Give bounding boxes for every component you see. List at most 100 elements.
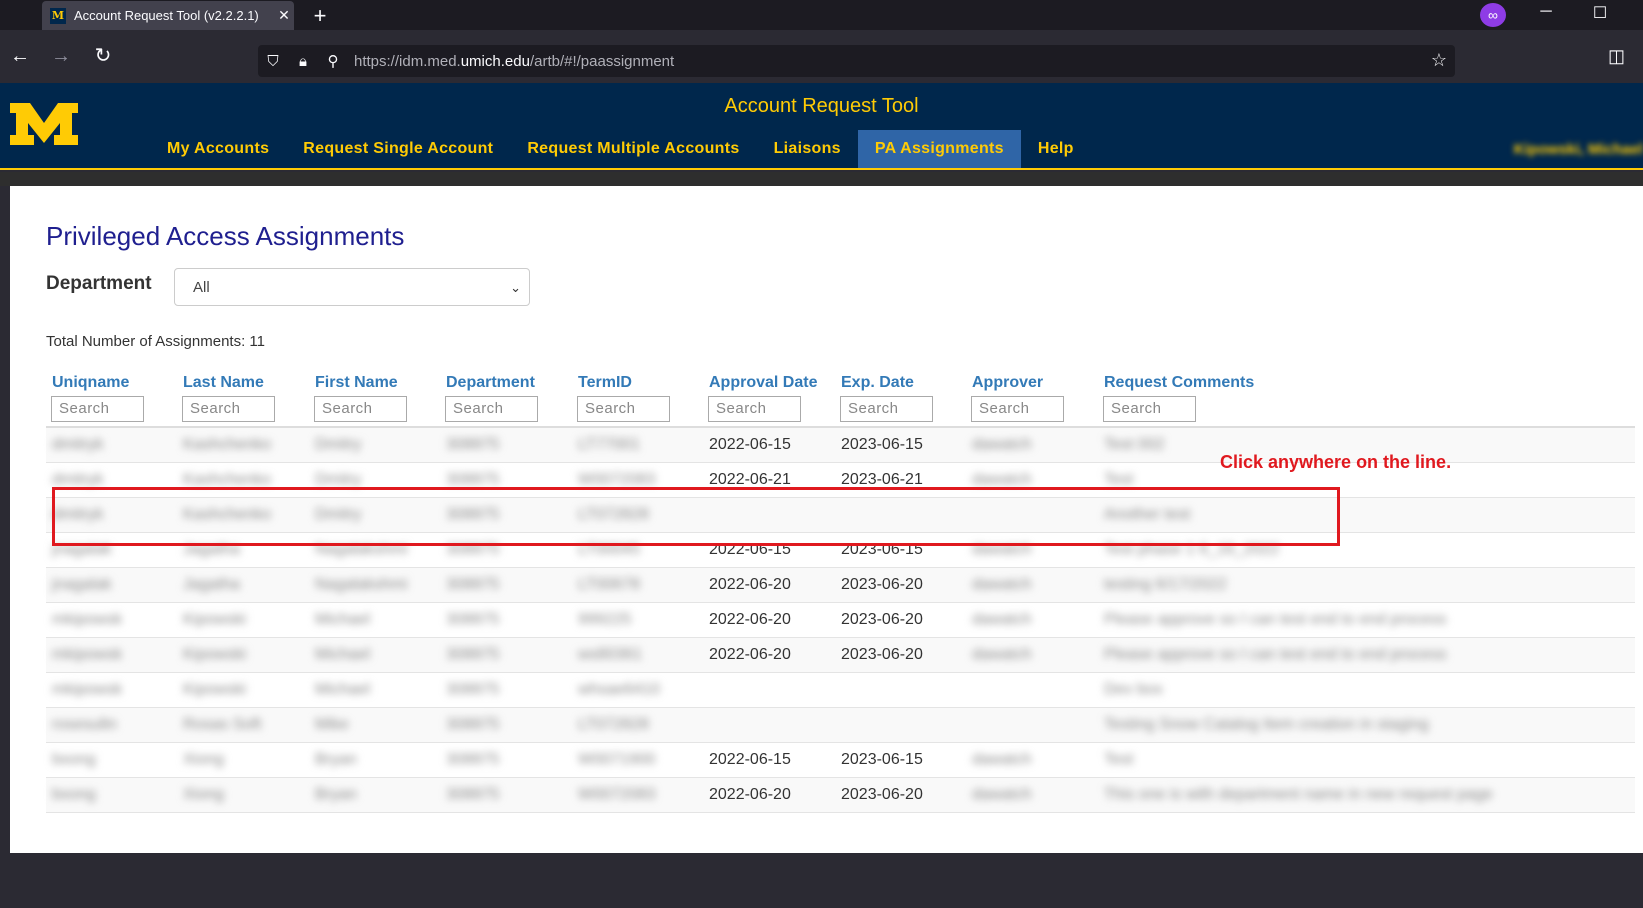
search-input-approver[interactable]: Search [971, 396, 1064, 422]
cell-uniqname: mkipowsk [52, 646, 123, 663]
table-body: dmitryk Kashchenko Dmitry 308875 LT77001 2022… [46, 428, 1635, 813]
cell-uniqname: bxong [52, 751, 96, 768]
back-arrow-icon[interactable]: ← [7, 44, 33, 68]
column-header-uniqname[interactable]: Uniqname [46, 374, 144, 396]
search-input-request-comments[interactable]: Search [1103, 396, 1196, 422]
tab-title: Account Request Tool (v2.2.2.1) [74, 8, 259, 23]
reload-icon[interactable]: ↻ [90, 44, 116, 68]
menu-liaisons[interactable]: Liaisons [757, 130, 858, 168]
col-exp-date: Exp. Date Search [835, 374, 933, 422]
search-input-exp-date[interactable]: Search [840, 396, 933, 422]
cell-department: 308875 [446, 716, 500, 733]
private-browsing-icon: ∞ [1480, 3, 1506, 27]
search-input-approval-date[interactable]: Search [708, 396, 801, 422]
table-row[interactable]: jnagalak Jagatha Nagalakshmi 308875 LT00678 2… [46, 568, 1635, 603]
cell-approval-date: 2022-06-15 [709, 436, 791, 453]
cell-termid: W0071900 [578, 751, 656, 768]
table-row[interactable]: mkipowsk Kipowski Michael 308875 whsae6410 De… [46, 673, 1635, 708]
column-header-approver[interactable]: Approver [966, 374, 1064, 396]
cell-first-name: Michael [315, 681, 371, 698]
menu-pa-assignments[interactable]: PA Assignments [857, 130, 1021, 168]
cell-first-name: Bryan [315, 786, 357, 803]
table-row[interactable]: mkipowsk Kipowski Michael 308875 999225 2022-… [46, 603, 1635, 638]
cell-approval-date: 2022-06-20 [709, 646, 791, 663]
column-header-department[interactable]: Department [440, 374, 538, 396]
cell-termid: whsae6410 [578, 681, 660, 698]
search-input-last-name[interactable]: Search [182, 396, 275, 422]
star-icon[interactable]: ☆ [1431, 50, 1447, 71]
cell-exp-date: 2023-06-20 [841, 646, 923, 663]
user-name[interactable]: Kipowski, Michael [1514, 141, 1643, 158]
table-row[interactable]: bxong Xiong Bryan 308875 W0071900 2022-06-15 2… [46, 743, 1635, 778]
cell-last-name: Rosas Soft [183, 716, 262, 733]
column-header-request-comments[interactable]: Request Comments [1098, 374, 1254, 396]
col-uniqname: Uniqname Search [46, 374, 144, 422]
cell-last-name: Kipowski [183, 681, 247, 698]
app-title: Account Request Tool [724, 95, 919, 117]
col-last-name: Last Name Search [177, 374, 275, 422]
permissions-icon[interactable]: ⚲ [318, 52, 348, 70]
shield-icon[interactable]: ⛉ [258, 53, 288, 70]
menu-my-accounts[interactable]: My Accounts [150, 130, 286, 168]
search-input-department[interactable]: Search [445, 396, 538, 422]
cell-first-name: Mike [315, 716, 349, 733]
cell-uniqname: jnagalak [52, 576, 112, 593]
close-tab-icon[interactable]: ✕ [274, 7, 294, 24]
column-header-termid[interactable]: TermID [572, 374, 670, 396]
cell-last-name: Xiong [183, 786, 224, 803]
menu-request-single-account[interactable]: Request Single Account [286, 130, 510, 168]
pocket-icon[interactable]: ◫ [1608, 46, 1625, 67]
app-header: Account Request Tool My Accounts Request… [0, 83, 1643, 170]
maximize-button[interactable]: ☐ [1585, 3, 1615, 23]
cell-approval-date: 2022-06-20 [709, 576, 791, 593]
cell-request-comments: Test 002 [1104, 436, 1165, 453]
browser-nav-bar: ← → ↻ ⛉ 🔒︎ ⚲ https://idm.med.umich.edu/a… [0, 30, 1643, 83]
url-text[interactable]: https://idm.med.umich.edu/artb/#!/paassi… [354, 53, 674, 70]
search-input-termid[interactable]: Search [577, 396, 670, 422]
url-bar[interactable]: ⛉ 🔒︎ ⚲ https://idm.med.umich.edu/artb/#!… [258, 45, 1455, 77]
cell-exp-date: 2023-06-15 [841, 436, 923, 453]
cell-approver: dawatch [972, 611, 1032, 628]
column-header-approval-date[interactable]: Approval Date [703, 374, 817, 396]
minimize-button[interactable]: ─ [1531, 3, 1561, 21]
cell-request-comments: testing 6/17/2022 [1104, 576, 1227, 593]
cell-uniqname: rosesultn [52, 716, 117, 733]
cell-termid: LT77001 [578, 436, 640, 453]
cell-department: 308875 [446, 436, 500, 453]
menu-help[interactable]: Help [1021, 130, 1091, 168]
department-select[interactable]: All ⌄ [174, 268, 530, 306]
forward-arrow-icon[interactable]: → [48, 44, 74, 68]
table-row[interactable]: mkipowsk Kipowski Michael 308875 ws80361 2022… [46, 638, 1635, 673]
cell-uniqname: dmitryk [52, 436, 104, 453]
cell-request-comments: Please approve so I can test end to end … [1104, 611, 1447, 628]
cell-request-comments: Dev box [1104, 681, 1163, 698]
cell-approval-date: 2022-06-20 [709, 786, 791, 803]
browser-tab[interactable]: M Account Request Tool (v2.2.2.1) ✕ [42, 1, 294, 30]
menu-request-multiple-accounts[interactable]: Request Multiple Accounts [510, 130, 756, 168]
cell-uniqname: mkipowsk [52, 681, 123, 698]
search-input-uniqname[interactable]: Search [51, 396, 144, 422]
cell-approver: dawatch [972, 786, 1032, 803]
main-menu: My Accounts Request Single Account Reque… [150, 130, 1091, 168]
department-select-value: All [193, 279, 210, 296]
cell-last-name: Kipowski [183, 646, 247, 663]
col-approval-date: Approval Date Search [703, 374, 817, 422]
cell-last-name: Xiong [183, 751, 224, 768]
lock-icon[interactable]: 🔒︎ [288, 53, 318, 70]
cell-approver: dawatch [972, 576, 1032, 593]
cell-approval-date: 2022-06-15 [709, 751, 791, 768]
assignments-table: Uniqname Search Last Name Search First Name S… [46, 374, 1635, 813]
column-header-exp-date[interactable]: Exp. Date [835, 374, 933, 396]
col-termid: TermID Search [572, 374, 670, 422]
table-row[interactable]: bxong Xiong Bryan 308875 W0072083 2022-06-20 2… [46, 778, 1635, 813]
new-tab-button[interactable]: + [308, 3, 332, 29]
cell-exp-date: 2023-06-20 [841, 786, 923, 803]
department-label: Department [46, 273, 152, 294]
cell-first-name: Nagalakshmi [315, 576, 408, 593]
table-row[interactable]: rosesultn Rosas Soft Mike 308875 LT072828 Tes… [46, 708, 1635, 743]
search-input-first-name[interactable]: Search [314, 396, 407, 422]
column-header-last-name[interactable]: Last Name [177, 374, 275, 396]
cell-first-name: Michael [315, 646, 371, 663]
table-header-row: Uniqname Search Last Name Search First Name S… [46, 374, 1635, 428]
column-header-first-name[interactable]: First Name [309, 374, 407, 396]
